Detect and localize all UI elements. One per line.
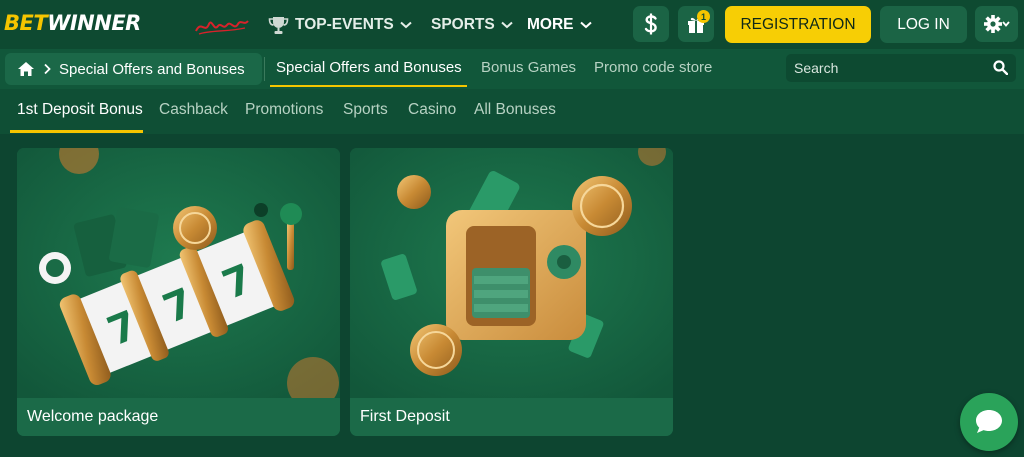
card-title: Welcome package <box>17 398 340 436</box>
tab-1st-deposit-bonus[interactable]: 1st Deposit Bonus <box>17 101 143 119</box>
search-input[interactable] <box>786 54 986 82</box>
active-bonus-tab-indicator <box>10 130 143 133</box>
gift-badge: 1 <box>697 10 710 23</box>
tab-casino[interactable]: Casino <box>408 101 456 119</box>
nav-sports[interactable]: SPORTS <box>431 13 513 37</box>
tab-all-bonuses[interactable]: All Bonuses <box>474 101 556 119</box>
tab-promotions[interactable]: Promotions <box>245 101 323 119</box>
breadcrumb: Special Offers and Bonuses <box>5 53 262 85</box>
chevron-down-icon <box>400 21 412 29</box>
bonus-content: 7 7 7 Welcome package First Deposit <box>0 134 1024 457</box>
chevron-down-icon <box>579 21 592 29</box>
slot-machine-illustration: 7 7 7 <box>17 148 340 398</box>
bonus-card-welcome-package[interactable]: 7 7 7 Welcome package <box>17 148 340 436</box>
top-header: BETWINNER TOP-EVENTS SPORTS MORE 1 REGIS… <box>0 0 1024 49</box>
partner-signature-logo <box>195 20 249 35</box>
active-tab-indicator <box>270 85 467 87</box>
nav-more-label: MORE <box>527 16 574 33</box>
card-title: First Deposit <box>350 398 673 436</box>
tab-sports[interactable]: Sports <box>343 101 388 119</box>
settings-button[interactable] <box>975 6 1018 42</box>
tab-promo-code-store[interactable]: Promo code store <box>594 59 712 76</box>
safe-illustration <box>350 148 673 398</box>
chevron-right-icon <box>44 63 51 75</box>
tab-cashback[interactable]: Cashback <box>159 101 228 119</box>
registration-button[interactable]: REGISTRATION <box>725 6 871 43</box>
nav-top-events[interactable]: TOP-EVENTS <box>268 13 412 37</box>
bonus-category-tabs: 1st Deposit Bonus Cashback Promotions Sp… <box>0 89 1024 134</box>
tab-special-offers[interactable]: Special Offers and Bonuses <box>276 59 462 76</box>
nav-sports-label: SPORTS <box>431 16 495 33</box>
nav-more[interactable]: MORE <box>527 13 592 37</box>
home-icon[interactable] <box>17 61 35 77</box>
search-box <box>786 54 1016 82</box>
bonus-card-first-deposit[interactable]: First Deposit <box>350 148 673 436</box>
nav-top-events-label: TOP-EVENTS <box>295 16 394 33</box>
divider <box>264 57 265 81</box>
breadcrumb-current[interactable]: Special Offers and Bonuses <box>59 61 245 78</box>
betwinner-logo[interactable]: BETWINNER <box>4 10 141 36</box>
sub-navigation: Special Offers and Bonuses Special Offer… <box>0 49 1024 89</box>
tab-bonus-games[interactable]: Bonus Games <box>481 59 576 76</box>
logo-bet: BET <box>4 11 48 35</box>
gear-icon <box>983 15 1010 33</box>
deposit-button[interactable] <box>633 6 669 42</box>
chevron-down-icon <box>501 21 513 29</box>
login-button[interactable]: LOG IN <box>880 6 967 43</box>
trophy-icon <box>268 16 289 34</box>
dollar-icon <box>644 13 657 35</box>
search-icon[interactable] <box>993 60 1008 75</box>
gift-button[interactable]: 1 <box>678 6 714 42</box>
chat-bubble-icon <box>976 410 1002 433</box>
logo-winner: WINNER <box>47 11 141 35</box>
live-chat-button[interactable] <box>960 393 1018 451</box>
